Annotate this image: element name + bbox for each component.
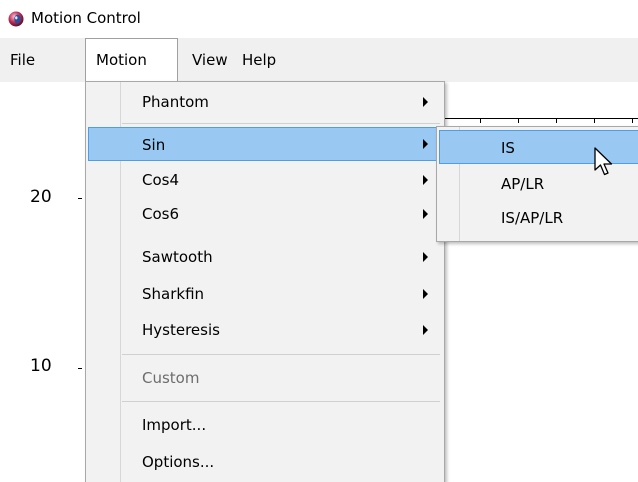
chevron-right-icon (423, 325, 428, 335)
menu-item-label: Cos6 (142, 205, 180, 223)
plot-top-axis-tick (518, 118, 519, 123)
submenu-item-is-ap-lr[interactable]: IS/AP/LR (439, 201, 638, 235)
chevron-right-icon (423, 289, 428, 299)
chevron-right-icon (423, 209, 428, 219)
title-bar: Motion Control (0, 0, 638, 38)
menu-item-sharkfin[interactable]: Sharkfin (88, 277, 442, 311)
chevron-right-icon (423, 252, 428, 262)
menu-item-label: Phantom (142, 93, 209, 111)
app-icon (8, 11, 24, 27)
menu-item-hysteresis[interactable]: Hysteresis (88, 313, 442, 347)
submenu-item-label: IS/AP/LR (501, 209, 564, 227)
submenu-item-label: IS (501, 139, 515, 157)
chevron-right-icon (423, 97, 428, 107)
menu-item-label: Custom (142, 369, 200, 387)
menu-item-label: Sin (142, 136, 166, 154)
menu-item-sawtooth[interactable]: Sawtooth (88, 240, 442, 274)
plot-top-axis-tick (556, 118, 557, 123)
menu-item-label: Sharkfin (142, 285, 205, 303)
menu-separator (122, 123, 440, 124)
plot-top-axis (445, 118, 638, 119)
menu-item-cos6[interactable]: Cos6 (88, 197, 442, 231)
window-title: Motion Control (31, 9, 141, 27)
menu-item-sin[interactable]: Sin (88, 127, 442, 161)
menu-separator (122, 401, 440, 402)
menu-item-label: Sawtooth (142, 248, 213, 266)
menu-item-custom: Custom (88, 361, 442, 395)
menu-item-label: Options... (142, 453, 215, 471)
menu-bar: File Motion View Help (0, 38, 638, 82)
plot-top-axis-tick (480, 118, 481, 123)
menu-view[interactable]: View (184, 38, 236, 82)
y-tick-label-20: 20 (30, 187, 52, 207)
y-tick-label-10: 10 (30, 356, 52, 376)
menu-item-label: Hysteresis (142, 321, 220, 339)
menu-help[interactable]: Help (234, 38, 284, 82)
y-tick-mark (78, 368, 82, 369)
menu-item-label: Import... (142, 416, 207, 434)
menu-separator (122, 354, 440, 355)
menu-item-options[interactable]: Options... (88, 445, 442, 479)
menu-item-import[interactable]: Import... (88, 408, 442, 442)
menu-item-phantom[interactable]: Phantom (88, 85, 442, 119)
menu-item-label: Cos4 (142, 171, 180, 189)
chevron-right-icon (423, 175, 428, 185)
motion-dropdown-menu: Phantom Sin Cos4 Cos6 Sawtooth Sharkfin … (85, 81, 445, 482)
menu-item-cos4[interactable]: Cos4 (88, 163, 442, 197)
menu-file[interactable]: File (2, 38, 43, 82)
plot-top-axis-tick (594, 118, 595, 123)
menu-motion[interactable]: Motion (85, 38, 178, 82)
mouse-pointer-icon (594, 147, 613, 176)
submenu-item-label: AP/LR (501, 175, 545, 193)
y-tick-mark (78, 198, 82, 199)
plot-top-axis-tick (632, 118, 633, 123)
sin-submenu: IS AP/LR IS/AP/LR (436, 126, 638, 242)
chevron-right-icon (423, 139, 428, 149)
